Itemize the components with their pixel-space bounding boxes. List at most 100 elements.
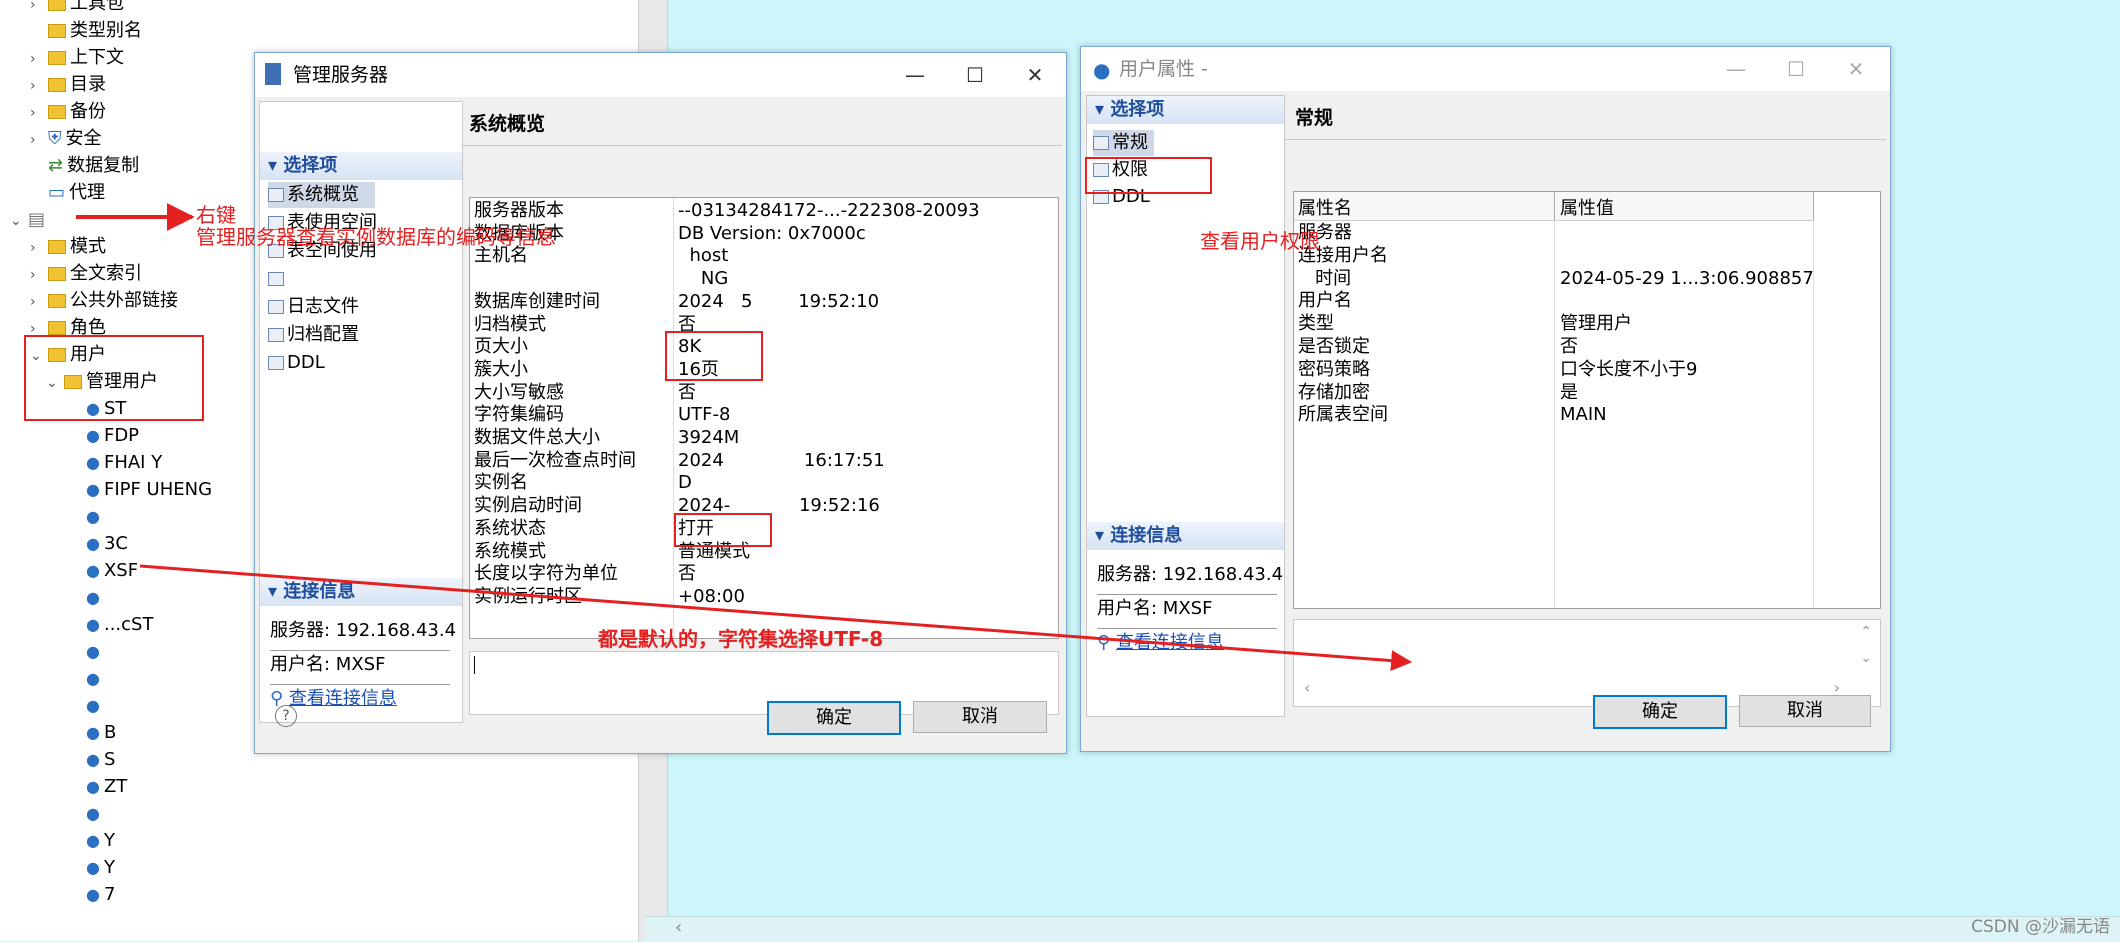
tree-item-label: 安全	[65, 128, 102, 149]
tree-user-item[interactable]: ● XSF	[86, 557, 138, 584]
tree-item[interactable]: ⇄ 数据复制	[30, 152, 139, 179]
expand-icon[interactable]: ›	[30, 262, 48, 289]
tree-item[interactable]: 类型别名	[30, 17, 142, 44]
tree-user-item[interactable]: ● Y	[86, 827, 115, 854]
expand-icon[interactable]: ›	[30, 289, 48, 316]
user-icon: ●	[86, 831, 100, 850]
tree-user-item[interactable]: ● ...cST	[86, 611, 153, 638]
user-icon: ●	[86, 615, 100, 634]
expand-icon[interactable]: ›	[30, 127, 48, 154]
tree-user-item[interactable]: ●	[86, 692, 104, 719]
tree-item[interactable]: ⌄ ▤	[10, 206, 49, 233]
tree-user-item[interactable]: ● 3C	[86, 530, 128, 557]
tree-user-item[interactable]: ● B	[86, 719, 116, 746]
user-icon: ●	[86, 669, 100, 688]
tree-user-item[interactable]: ● FHAI Y	[86, 449, 162, 476]
user-icon: ●	[86, 588, 100, 607]
tree-user-label: ST	[103, 398, 127, 419]
user-icon: ●	[86, 750, 100, 769]
folder-icon	[48, 105, 66, 119]
tree-user-item[interactable]: ● FDP	[86, 422, 139, 449]
tree-item-label: 用户	[70, 344, 106, 365]
tree-user-label: XSF	[103, 560, 139, 581]
folder-icon	[48, 321, 66, 335]
tree-user-label: B	[103, 722, 117, 743]
tree-item-label: 代理	[69, 182, 106, 203]
expand-icon[interactable]: ›	[30, 100, 48, 127]
user-icon: ●	[86, 507, 100, 526]
tree-user-label: FDP	[103, 425, 140, 446]
tree-item-label: 工具包	[70, 0, 124, 14]
tree-item[interactable]: ⌄ 用户	[30, 341, 106, 368]
tree-item[interactable]: › 角色	[30, 314, 106, 341]
tree-item[interactable]: › 公共外部链接	[30, 287, 178, 314]
expand-icon[interactable]: ›	[30, 73, 48, 100]
tree-item[interactable]: › 工具包	[30, 0, 124, 17]
tree-user-item[interactable]: ● S	[86, 746, 115, 773]
tree-user-label: FIPF UHENG	[103, 479, 213, 500]
tree-user-item[interactable]: ●	[86, 503, 104, 530]
expand-icon[interactable]: ⌄	[46, 370, 64, 397]
shield-icon: ⛨	[48, 128, 62, 149]
tree-user-item[interactable]: ●	[86, 800, 104, 827]
tree-user-label: Y	[103, 830, 115, 851]
tree-item[interactable]: › 目录	[30, 71, 106, 98]
tree-item-label: 管理用户	[86, 371, 158, 392]
user-icon: ●	[86, 399, 100, 418]
tree-user-item[interactable]: ● ZT	[86, 773, 127, 800]
tree-user-item[interactable]: ●	[86, 665, 104, 692]
tree-user-item[interactable]: ●	[86, 584, 104, 611]
expand-icon[interactable]: ⌄	[10, 208, 28, 235]
expand-icon[interactable]: ›	[30, 235, 48, 262]
tree-user-label: FHAI Y	[103, 452, 163, 473]
folder-icon	[48, 267, 66, 281]
folder-icon	[48, 294, 66, 308]
database-icon: ▤	[28, 209, 46, 230]
tree-user-label: ZT	[103, 776, 128, 797]
tree-user-item[interactable]: ● FIPF UHENG	[86, 476, 212, 503]
tree-item[interactable]: › ⛨ 安全	[30, 125, 102, 152]
user-icon: ●	[86, 777, 100, 796]
user-icon: ●	[86, 696, 100, 715]
tree-item[interactable]: › 全文索引	[30, 260, 142, 287]
tree-item-label: 全文索引	[70, 263, 142, 284]
tree-user-label: 7	[103, 884, 116, 905]
tree-user-label: 3C	[103, 533, 128, 554]
user-icon: ●	[86, 426, 100, 445]
tree-user-label: S	[103, 749, 116, 770]
arrow-to-user-dialog	[139, 564, 1413, 672]
expand-icon[interactable]: ›	[30, 46, 48, 73]
annotation-arrows	[76, 203, 1413, 672]
user-icon: ●	[86, 858, 100, 877]
folder-icon	[48, 0, 66, 11]
user-icon: ●	[86, 561, 100, 580]
tree-item-label: 类型别名	[70, 20, 142, 41]
folder-icon	[48, 24, 66, 38]
tree-user-item[interactable]: ● Y	[86, 854, 115, 881]
expand-icon[interactable]: ›	[30, 316, 48, 343]
tree-user-item[interactable]: ● 7	[86, 881, 115, 908]
user-icon: ●	[86, 534, 100, 553]
tree-item-label: 备份	[70, 101, 106, 122]
tree-item[interactable]: › 上下文	[30, 44, 124, 71]
tree-item-label: 模式	[70, 236, 106, 257]
tree-user-label: Y	[103, 857, 115, 878]
watermark: CSDN @沙漏无语	[1971, 917, 2110, 937]
tree-item-label: 公共外部链接	[70, 290, 178, 311]
tree-user-item[interactable]: ● ST	[86, 395, 126, 422]
tree-user-label: ...cST	[103, 614, 154, 635]
user-icon: ●	[86, 480, 100, 499]
folder-icon	[48, 240, 66, 254]
folder-icon	[48, 78, 66, 92]
tree-item[interactable]: › 模式	[30, 233, 106, 260]
folder-icon	[48, 51, 66, 65]
expand-icon[interactable]: ⌄	[30, 343, 48, 370]
tree-item-label: 上下文	[70, 47, 124, 68]
tree-item[interactable]: › 备份	[30, 98, 106, 125]
tree-item[interactable]: ⌄ 管理用户	[46, 368, 158, 395]
folder-icon	[48, 348, 66, 362]
replicate-icon: ⇄	[48, 155, 64, 176]
tree-user-item[interactable]: ●	[86, 638, 104, 665]
tree-item-label: 目录	[70, 74, 106, 95]
tree-item[interactable]: ▭ 代理	[30, 179, 105, 206]
